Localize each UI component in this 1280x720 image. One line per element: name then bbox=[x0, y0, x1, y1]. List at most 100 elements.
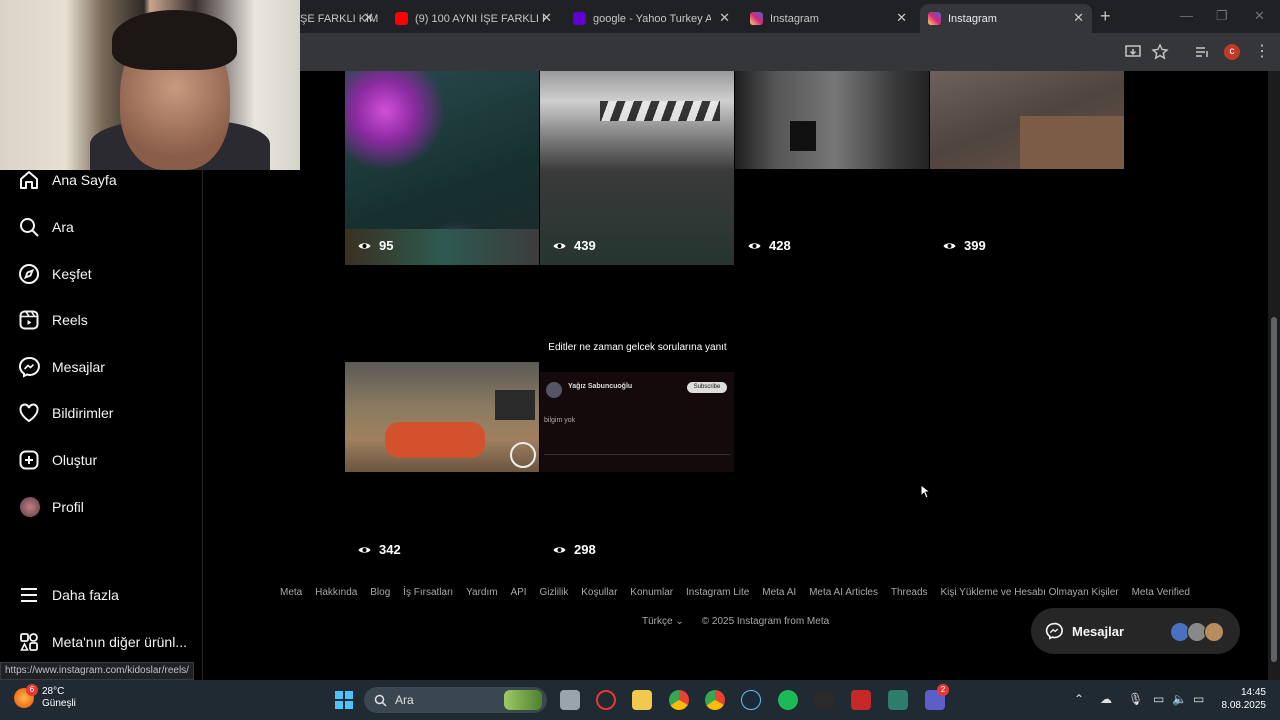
footer-link[interactable]: İş Fırsatları bbox=[403, 587, 453, 598]
tab-title: Instagram bbox=[948, 12, 997, 25]
webcam-overlay bbox=[0, 0, 300, 170]
tab-close-icon[interactable]: ✕ bbox=[363, 10, 374, 26]
volume-icon[interactable]: 🔈 bbox=[1172, 692, 1187, 706]
reel-thumbnail[interactable]: Yağız Sabuncuoğlu Subscribe bilgim yok bbox=[540, 372, 734, 472]
messenger-icon bbox=[18, 356, 40, 378]
weather-widget[interactable]: 6 28°C Güneşli bbox=[14, 684, 76, 710]
footer-link[interactable]: Kişi Yükleme ve Hesabı Olmayan Kişiler bbox=[940, 587, 1118, 598]
language-select[interactable]: Türkçe ⌄ bbox=[642, 616, 684, 627]
sidebar-item-more[interactable]: Daha fazla bbox=[0, 575, 202, 615]
weather-temp: 28°C bbox=[42, 686, 65, 697]
maximize-icon[interactable]: ❐ bbox=[1216, 8, 1228, 24]
sidebar-item-messages[interactable]: Mesajlar bbox=[0, 347, 202, 387]
new-tab-icon[interactable]: + bbox=[1100, 6, 1111, 27]
close-window-icon[interactable]: ✕ bbox=[1254, 8, 1265, 24]
footer-link[interactable]: Gizlilik bbox=[539, 587, 568, 598]
reel-thumbnail[interactable] bbox=[735, 71, 929, 169]
chrome-icon[interactable] bbox=[705, 690, 725, 710]
sidebar-item-meta-products[interactable]: Meta'nın diğer ürünl... bbox=[0, 622, 202, 662]
footer-link[interactable]: Hakkında bbox=[315, 587, 357, 598]
battery-icon[interactable]: ▭ bbox=[1193, 692, 1204, 706]
bookmark-star-icon[interactable] bbox=[1151, 43, 1169, 61]
footer-link[interactable]: Meta AI Articles bbox=[809, 587, 878, 598]
reels-icon bbox=[19, 310, 39, 330]
media-control-icon[interactable] bbox=[1193, 43, 1211, 61]
system-clock[interactable]: 14:45 8.08.2025 bbox=[1218, 686, 1267, 712]
profile-avatar[interactable]: c bbox=[1224, 44, 1240, 60]
compass-icon bbox=[19, 264, 39, 284]
app-icon[interactable] bbox=[888, 690, 908, 710]
footer-link[interactable]: Konumlar bbox=[630, 587, 673, 598]
view-count-value: 428 bbox=[769, 238, 791, 253]
network-icon[interactable]: ▭ bbox=[1153, 692, 1164, 706]
browser-tab-active[interactable]: Instagram ✕ bbox=[920, 4, 1092, 33]
sidebar-item-create[interactable]: Oluştur bbox=[0, 440, 202, 480]
footer-link[interactable]: Koşullar bbox=[581, 587, 617, 598]
taskbar-search[interactable]: Ara bbox=[364, 687, 547, 713]
steam-icon[interactable] bbox=[741, 690, 761, 710]
view-count: 95 bbox=[358, 238, 393, 253]
reel-thumbnail[interactable] bbox=[345, 71, 539, 265]
app-icon[interactable] bbox=[851, 690, 871, 710]
sidebar-item-label: Bildirimler bbox=[52, 405, 114, 421]
footer-link[interactable]: Meta Verified bbox=[1132, 587, 1190, 598]
scrollbar[interactable] bbox=[1268, 71, 1280, 680]
youtube-icon bbox=[395, 12, 408, 25]
browser-tab[interactable]: ŞE FARKLI KİM ✕ bbox=[300, 4, 382, 33]
sidebar-item-search[interactable]: Ara bbox=[0, 207, 202, 247]
opera-icon[interactable] bbox=[596, 690, 616, 710]
messages-button[interactable]: Mesajlar bbox=[1031, 608, 1240, 654]
kebab-menu-icon[interactable]: ⋮ bbox=[1254, 43, 1272, 61]
minimize-icon[interactable]: — bbox=[1180, 8, 1193, 23]
tab-close-icon[interactable]: ✕ bbox=[1073, 10, 1084, 26]
browser-tab[interactable]: (9) 100 AYNI İŞE FARKLI KİM ✕ bbox=[395, 4, 560, 33]
footer-link[interactable]: Meta bbox=[280, 587, 302, 598]
chrome-icon[interactable] bbox=[669, 690, 689, 710]
tweet-author: Yağız Sabuncuoğlu bbox=[568, 383, 633, 390]
eye-icon bbox=[358, 242, 371, 249]
tab-close-icon[interactable]: ✕ bbox=[719, 10, 730, 26]
view-count-value: 342 bbox=[379, 542, 401, 557]
file-explorer-icon[interactable] bbox=[632, 690, 652, 710]
instagram-icon bbox=[750, 12, 763, 25]
onedrive-icon[interactable]: ☁ bbox=[1100, 692, 1112, 706]
sidebar-item-notifications[interactable]: Bildirimler bbox=[0, 393, 202, 433]
spotify-icon[interactable] bbox=[778, 690, 798, 710]
reel-thumbnail[interactable] bbox=[540, 71, 734, 265]
view-count: 428 bbox=[748, 238, 791, 253]
search-icon bbox=[20, 218, 39, 237]
tab-close-icon[interactable]: ✕ bbox=[896, 10, 907, 26]
tab-close-icon[interactable]: ✕ bbox=[541, 10, 552, 26]
install-app-icon[interactable] bbox=[1124, 43, 1142, 61]
footer-link[interactable]: Meta AI bbox=[762, 587, 796, 598]
footer-link[interactable]: Threads bbox=[891, 587, 928, 598]
task-view-icon[interactable] bbox=[560, 690, 580, 710]
tab-title: google - Yahoo Turkey Arar bbox=[593, 12, 711, 25]
scrollbar-thumb[interactable] bbox=[1271, 317, 1277, 662]
sidebar-item-reels[interactable]: Reels bbox=[0, 300, 202, 340]
sidebar-item-label: Profil bbox=[52, 499, 84, 515]
chevron-down-icon: ⌄ bbox=[675, 616, 684, 627]
footer-links: Meta Hakkında Blog İş Fırsatları Yardım … bbox=[280, 587, 1190, 598]
microphone-icon[interactable]: 🎙 bbox=[1128, 692, 1143, 706]
footer-link[interactable]: Instagram Lite bbox=[686, 587, 749, 598]
footer-link[interactable]: Yardım bbox=[466, 587, 498, 598]
view-count: 439 bbox=[553, 238, 596, 253]
subscribe-button: Subscribe bbox=[687, 382, 727, 393]
footer-link[interactable]: API bbox=[510, 587, 526, 598]
clock-time: 14:45 bbox=[1240, 687, 1266, 698]
sidebar-item-explore[interactable]: Keşfet bbox=[0, 254, 202, 294]
home-icon bbox=[20, 171, 38, 189]
reel-thumbnail[interactable] bbox=[345, 362, 539, 472]
browser-tab[interactable]: Instagram ✕ bbox=[750, 4, 915, 33]
view-count-value: 298 bbox=[574, 542, 596, 557]
epic-games-icon[interactable] bbox=[814, 690, 834, 710]
browser-tab[interactable]: google - Yahoo Turkey Arar ✕ bbox=[573, 4, 738, 33]
footer-link[interactable]: Blog bbox=[370, 587, 390, 598]
chevron-up-icon[interactable]: ⌃ bbox=[1074, 692, 1084, 706]
sidebar-item-profile[interactable]: Profil bbox=[0, 487, 202, 527]
eye-icon bbox=[358, 546, 371, 553]
windows-start-icon[interactable] bbox=[334, 690, 354, 710]
teams-icon[interactable]: 2 bbox=[925, 684, 949, 710]
reel-thumbnail[interactable] bbox=[930, 71, 1124, 169]
